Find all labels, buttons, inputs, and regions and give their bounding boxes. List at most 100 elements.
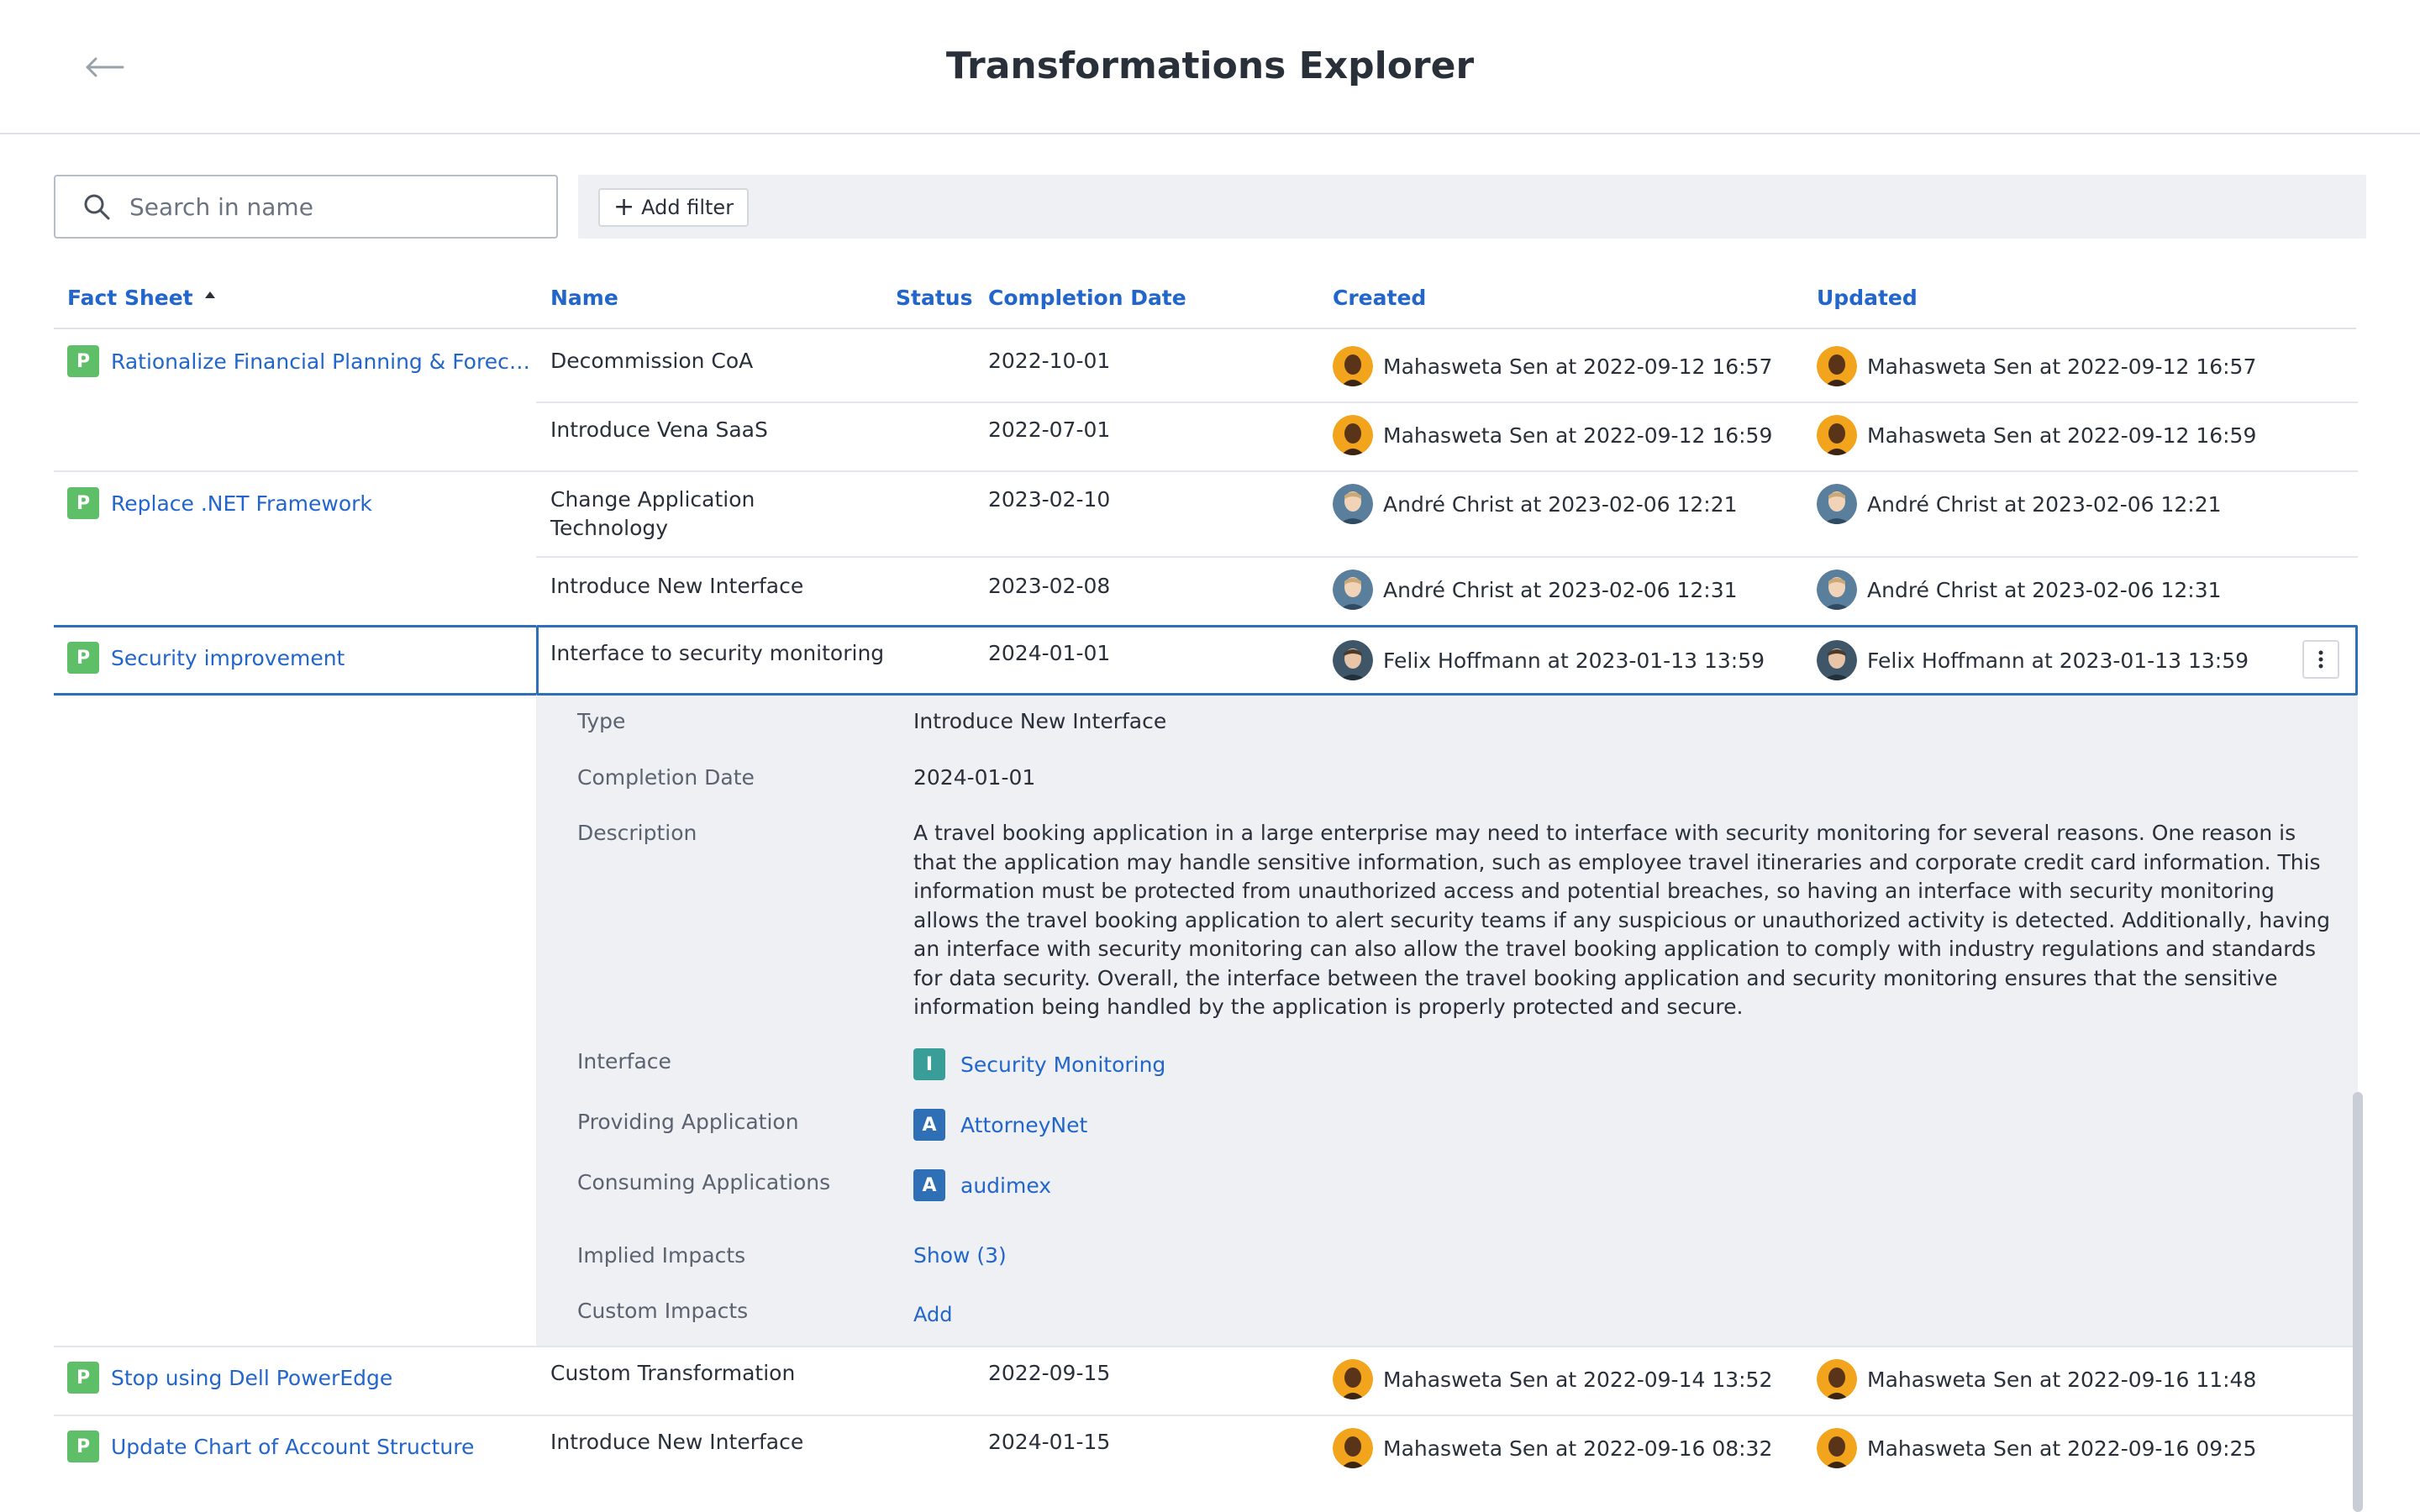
avatar-icon (1333, 346, 1373, 386)
project-badge: P (67, 487, 99, 519)
fact-sheet-link[interactable]: P Update Chart of Account Structure (67, 1431, 474, 1462)
updated-by: Mahasweta Sen at 2022-09-16 09:25 (1817, 1428, 2256, 1468)
detail-description-value: A travel booking application in a large … (913, 821, 2330, 1019)
providing-application-name: AttorneyNet (960, 1112, 1088, 1137)
avatar-icon (1817, 1359, 1857, 1399)
add-filter-button[interactable]: + Add filter (598, 188, 750, 227)
column-header-created[interactable]: Created (1333, 286, 1426, 310)
updated-by: Mahasweta Sen at 2022-09-12 16:57 (1817, 346, 2256, 386)
application-badge: A (913, 1109, 945, 1141)
created-text: Mahasweta Sen at 2022-09-16 08:32 (1383, 1436, 1773, 1461)
created-text: Mahasweta Sen at 2022-09-12 16:57 (1383, 354, 1773, 379)
updated-text: Felix Hoffmann at 2023-01-13 13:59 (1867, 648, 2249, 673)
more-options-button[interactable] (2302, 640, 2339, 679)
avatar-icon (1817, 640, 1857, 680)
updated-by: Felix Hoffmann at 2023-01-13 13:59 (1817, 640, 2249, 680)
created-text: Felix Hoffmann at 2023-01-13 13:59 (1383, 648, 1765, 673)
page-header: Transformations Explorer (0, 0, 2420, 134)
avatar-icon (1333, 640, 1373, 680)
transformation-name[interactable]: Interface to security monitoring (550, 641, 884, 665)
consuming-application-link[interactable]: A audimex (913, 1169, 1051, 1201)
updated-text: André Christ at 2023-02-06 12:21 (1867, 491, 2222, 517)
filter-bar: + Add filter (578, 175, 2366, 239)
avatar-icon (1333, 1428, 1373, 1468)
created-by: André Christ at 2023-02-06 12:21 (1333, 484, 1738, 524)
column-header-fact-sheet[interactable]: Fact Sheet (67, 286, 217, 310)
created-by: André Christ at 2023-02-06 12:31 (1333, 570, 1738, 610)
avatar-icon (1817, 346, 1857, 386)
completion-date: 2023-02-10 (988, 487, 1111, 512)
detail-completion-label: Completion Date (577, 765, 755, 790)
completion-date: 2024-01-01 (988, 641, 1111, 665)
detail-interface-label: Interface (577, 1049, 671, 1074)
row-divider (536, 402, 2358, 403)
avatar-icon (1333, 1359, 1373, 1399)
fact-sheet-name: Stop using Dell PowerEdge (111, 1365, 393, 1390)
project-badge: P (67, 345, 99, 377)
updated-text: André Christ at 2023-02-06 12:31 (1867, 577, 2222, 602)
avatar-icon (1817, 484, 1857, 524)
created-by: Mahasweta Sen at 2022-09-14 13:52 (1333, 1359, 1772, 1399)
column-header-completion-date[interactable]: Completion Date (988, 286, 1186, 310)
page-title: Transformations Explorer (945, 45, 1475, 87)
search-input[interactable] (129, 192, 533, 221)
column-header-updated[interactable]: Updated (1817, 286, 1918, 310)
avatar-icon (1817, 415, 1857, 455)
detail-implied-label: Implied Impacts (577, 1243, 746, 1268)
transformation-name[interactable]: Change Application Technology (550, 486, 802, 543)
updated-text: Mahasweta Sen at 2022-09-12 16:57 (1867, 354, 2257, 379)
transformation-name[interactable]: Custom Transformation (550, 1361, 795, 1385)
back-button[interactable] (77, 47, 131, 87)
interface-link[interactable]: I Security Monitoring (913, 1048, 1165, 1080)
fact-sheet-name: Update Chart of Account Structure (111, 1434, 475, 1459)
avatar-icon (1817, 570, 1857, 610)
updated-by: André Christ at 2023-02-06 12:31 (1817, 570, 2222, 610)
detail-type-label: Type (577, 709, 626, 733)
providing-application-link[interactable]: A AttorneyNet (913, 1109, 1087, 1141)
detail-custom-label: Custom Impacts (577, 1299, 749, 1323)
transformation-name[interactable]: Introduce New Interface (550, 574, 803, 598)
fact-sheet-name: Rationalize Financial Planning & Forecas… (111, 349, 531, 374)
fact-sheet-link[interactable]: P Stop using Dell PowerEdge (67, 1362, 392, 1394)
plus-icon: + (613, 192, 635, 222)
created-text: Mahasweta Sen at 2022-09-14 13:52 (1383, 1367, 1773, 1392)
column-header-label: Fact Sheet (67, 286, 193, 310)
created-by: Felix Hoffmann at 2023-01-13 13:59 (1333, 640, 1765, 680)
add-custom-impact-link[interactable]: Add (913, 1303, 952, 1326)
created-by: Mahasweta Sen at 2022-09-12 16:57 (1333, 346, 1772, 386)
completion-date: 2022-07-01 (988, 417, 1111, 442)
column-header-name[interactable]: Name (550, 286, 618, 310)
fact-sheet-link[interactable]: P Rationalize Financial Planning & Forec… (67, 345, 531, 377)
avatar-icon (1333, 484, 1373, 524)
completion-date: 2024-01-15 (988, 1430, 1111, 1454)
transformation-name[interactable]: Introduce Vena SaaS (550, 417, 768, 442)
completion-date: 2022-09-15 (988, 1361, 1111, 1385)
interface-name: Security Monitoring (960, 1052, 1166, 1077)
updated-by: André Christ at 2023-02-06 12:21 (1817, 484, 2222, 524)
fact-sheet-link[interactable]: P Replace .NET Framework (67, 487, 372, 519)
search-icon (82, 192, 113, 222)
vertical-scrollbar[interactable] (2353, 1092, 2363, 1512)
created-text: André Christ at 2023-02-06 12:31 (1383, 577, 1738, 602)
updated-text: Mahasweta Sen at 2022-09-12 16:59 (1867, 423, 2257, 448)
column-header-status[interactable]: Status (896, 286, 972, 310)
consuming-application-name: audimex (960, 1173, 1052, 1198)
avatar-icon (1333, 415, 1373, 455)
project-badge: P (67, 1362, 99, 1394)
row-divider (54, 470, 2358, 472)
transformation-name[interactable]: Introduce New Interface (550, 1430, 803, 1454)
row-divider (54, 1415, 2358, 1416)
transformation-name[interactable]: Decommission CoA (550, 349, 753, 373)
created-by: Mahasweta Sen at 2022-09-12 16:59 (1333, 415, 1772, 455)
created-text: André Christ at 2023-02-06 12:21 (1383, 491, 1738, 517)
completion-date: 2023-02-08 (988, 574, 1111, 598)
sort-ascending-icon (205, 291, 216, 298)
search-box[interactable] (54, 175, 558, 239)
interface-badge: I (913, 1048, 945, 1080)
fact-sheet-link[interactable]: P Security improvement (67, 642, 345, 674)
detail-providing-label: Providing Application (577, 1110, 799, 1134)
updated-text: Mahasweta Sen at 2022-09-16 11:48 (1867, 1367, 2257, 1392)
show-implied-impacts-link[interactable]: Show (3) (913, 1243, 1007, 1268)
updated-by: Mahasweta Sen at 2022-09-16 11:48 (1817, 1359, 2256, 1399)
updated-text: Mahasweta Sen at 2022-09-16 09:25 (1867, 1436, 2257, 1461)
